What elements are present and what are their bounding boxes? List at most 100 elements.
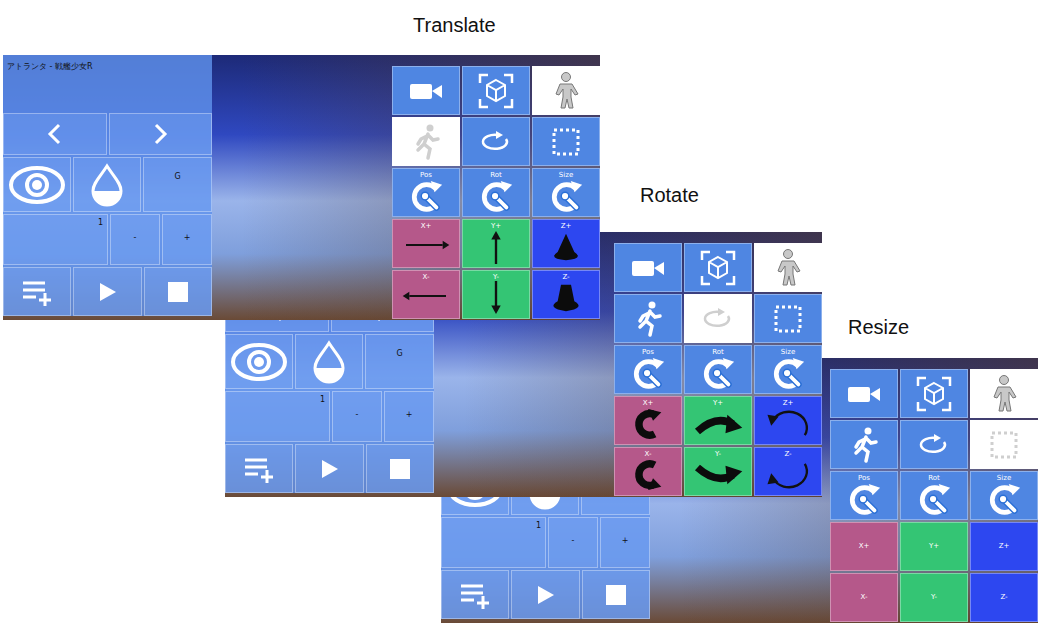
- tool-button[interactable]: [900, 420, 968, 469]
- tool-button[interactable]: [830, 420, 898, 469]
- play-button[interactable]: [73, 267, 141, 316]
- axis-button[interactable]: Y-: [900, 573, 968, 622]
- play-button[interactable]: [295, 444, 363, 493]
- plus-label: +: [622, 536, 629, 546]
- tool-button[interactable]: [532, 117, 600, 166]
- prev-button[interactable]: [3, 113, 107, 155]
- axis-button[interactable]: Z+: [532, 219, 600, 268]
- axis-button[interactable]: Y+: [900, 522, 968, 571]
- axis-button[interactable]: X-: [392, 270, 460, 319]
- eye-icon: [229, 340, 289, 384]
- axis-button[interactable]: Z+: [970, 522, 1038, 571]
- step-count: 1: [98, 218, 103, 228]
- stop-button[interactable]: [582, 570, 650, 619]
- axis-label: Y-: [493, 273, 499, 281]
- axis-label: Y+: [929, 542, 939, 550]
- axis-button[interactable]: Z-: [754, 447, 822, 496]
- reset-wrench-icon: [845, 482, 883, 518]
- tool-button[interactable]: [392, 117, 460, 166]
- tool-button[interactable]: [614, 294, 682, 343]
- minus-button[interactable]: -: [548, 517, 598, 568]
- g-button[interactable]: G: [143, 157, 212, 212]
- cone-up-icon: [541, 230, 591, 264]
- reset-label: Rot: [490, 171, 502, 179]
- minus-button[interactable]: -: [332, 391, 382, 442]
- visibility-button[interactable]: [225, 334, 293, 389]
- reset-button[interactable]: Pos: [392, 168, 460, 217]
- axis-button[interactable]: X+: [392, 219, 460, 268]
- tool-button[interactable]: [532, 66, 600, 115]
- g-button[interactable]: G: [365, 334, 434, 389]
- tool-button[interactable]: [970, 369, 1038, 418]
- stop-button[interactable]: [144, 267, 212, 316]
- reset-wrench-icon: [407, 179, 445, 215]
- reset-label: Pos: [858, 474, 870, 482]
- reset-button[interactable]: Pos: [614, 345, 682, 394]
- step-row: 1-+: [3, 214, 212, 265]
- tool-button[interactable]: [754, 294, 822, 343]
- axis-button[interactable]: Y-: [462, 270, 530, 319]
- curl-arrow-icon: [623, 407, 673, 441]
- curved-arrow-icon: [690, 407, 746, 441]
- axis-button[interactable]: Y-: [684, 447, 752, 496]
- tool-button[interactable]: [970, 420, 1038, 469]
- axis-button[interactable]: Y+: [462, 219, 530, 268]
- opacity-button[interactable]: [73, 157, 141, 212]
- add-frame-button[interactable]: [441, 570, 509, 619]
- reset-button[interactable]: Rot: [900, 471, 968, 520]
- plus-button[interactable]: +: [600, 517, 650, 568]
- tool-button[interactable]: [462, 117, 530, 166]
- minus-label: -: [572, 536, 575, 546]
- mode-caption: Resize: [848, 316, 909, 339]
- tool-button[interactable]: [462, 66, 530, 115]
- tool-button[interactable]: [684, 294, 752, 343]
- add-frame-button[interactable]: [3, 267, 71, 316]
- reset-wrench-icon: [915, 482, 953, 518]
- list-add-icon: [19, 276, 55, 308]
- model-title: アトランタ - 戦艦少女R: [7, 61, 93, 72]
- tool-button[interactable]: [900, 369, 968, 418]
- axis-button[interactable]: Z+: [754, 396, 822, 445]
- step-value: 1: [3, 214, 108, 265]
- tool-button[interactable]: [754, 243, 822, 292]
- axis-button[interactable]: X+: [614, 396, 682, 445]
- tool-button[interactable]: [830, 369, 898, 418]
- stop-button[interactable]: [366, 444, 434, 493]
- axis-button[interactable]: X-: [830, 573, 898, 622]
- playback-row: [3, 267, 212, 316]
- g-label: G: [174, 172, 180, 182]
- reset-wrench-icon: [629, 356, 667, 392]
- play-button[interactable]: [511, 570, 579, 619]
- tool-button[interactable]: [392, 66, 460, 115]
- axis-button[interactable]: X-: [614, 447, 682, 496]
- rotate-icon: [914, 430, 954, 460]
- reset-button[interactable]: Rot: [684, 345, 752, 394]
- tool-button[interactable]: [684, 243, 752, 292]
- axis-label: Y+: [713, 399, 723, 407]
- arrow-down-icon: [476, 281, 516, 315]
- reset-button[interactable]: Pos: [830, 471, 898, 520]
- reset-button[interactable]: Size: [754, 345, 822, 394]
- visibility-button[interactable]: [3, 157, 71, 212]
- plus-button[interactable]: +: [162, 214, 212, 265]
- tool-button[interactable]: [614, 243, 682, 292]
- axis-button[interactable]: X+: [830, 522, 898, 571]
- reset-button[interactable]: Size: [970, 471, 1038, 520]
- reset-button[interactable]: Size: [532, 168, 600, 217]
- add-frame-button[interactable]: [225, 444, 293, 493]
- axis-label: X-: [861, 593, 868, 601]
- person-icon: [546, 70, 586, 112]
- opacity-button[interactable]: [295, 334, 363, 389]
- axis-button[interactable]: Y+: [684, 396, 752, 445]
- axis-button[interactable]: Z-: [970, 573, 1038, 622]
- cube-frame-icon: [698, 248, 738, 288]
- list-add-icon: [457, 579, 493, 611]
- next-button[interactable]: [109, 113, 213, 155]
- reset-button[interactable]: Rot: [462, 168, 530, 217]
- axis-button[interactable]: Z-: [532, 270, 600, 319]
- play-icon: [95, 280, 119, 304]
- thin-curved-arrow-icon: [760, 458, 816, 492]
- plus-button[interactable]: +: [384, 391, 434, 442]
- curved-arrow-icon: [690, 458, 746, 492]
- minus-button[interactable]: -: [110, 214, 160, 265]
